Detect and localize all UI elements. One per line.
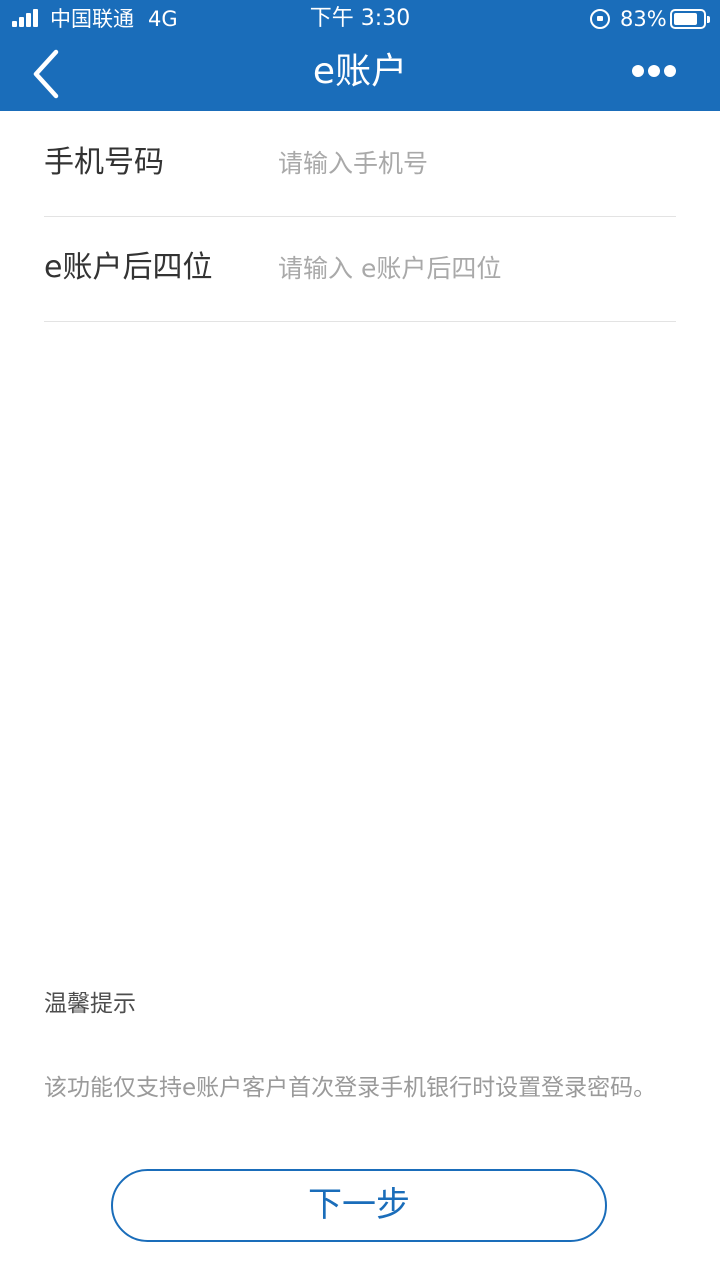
phone-label: 手机号码 xyxy=(44,145,164,180)
tips-title: 温馨提示 xyxy=(44,991,136,1017)
top-bar: 中国联通 4G 下午 3:30 83% e账户 xyxy=(0,0,720,111)
battery-fill xyxy=(674,13,697,25)
battery-icon xyxy=(670,9,710,29)
more-dot xyxy=(648,65,660,77)
battery-percentage: 83% xyxy=(620,7,667,31)
more-button[interactable] xyxy=(628,60,680,84)
account-last4-row: e账户后四位 xyxy=(44,216,676,322)
account-last4-input[interactable] xyxy=(278,244,674,292)
phone-input[interactable] xyxy=(278,139,674,187)
next-button[interactable]: 下一步 xyxy=(111,1169,607,1242)
status-time: 下午 3:30 xyxy=(309,6,411,31)
more-dot xyxy=(664,65,676,77)
phone-row: 手机号码 xyxy=(44,111,676,217)
more-horizontal-icon xyxy=(632,65,644,77)
page-title: e账户 xyxy=(312,51,408,92)
tips-text: 该功能仅支持e账户客户首次登录手机银行时设置登录密码。 xyxy=(44,1075,657,1101)
rotation-lock-icon xyxy=(590,9,610,29)
status-bar: 中国联通 4G 下午 3:30 83% xyxy=(0,0,720,38)
account-last4-label: e账户后四位 xyxy=(44,250,213,285)
